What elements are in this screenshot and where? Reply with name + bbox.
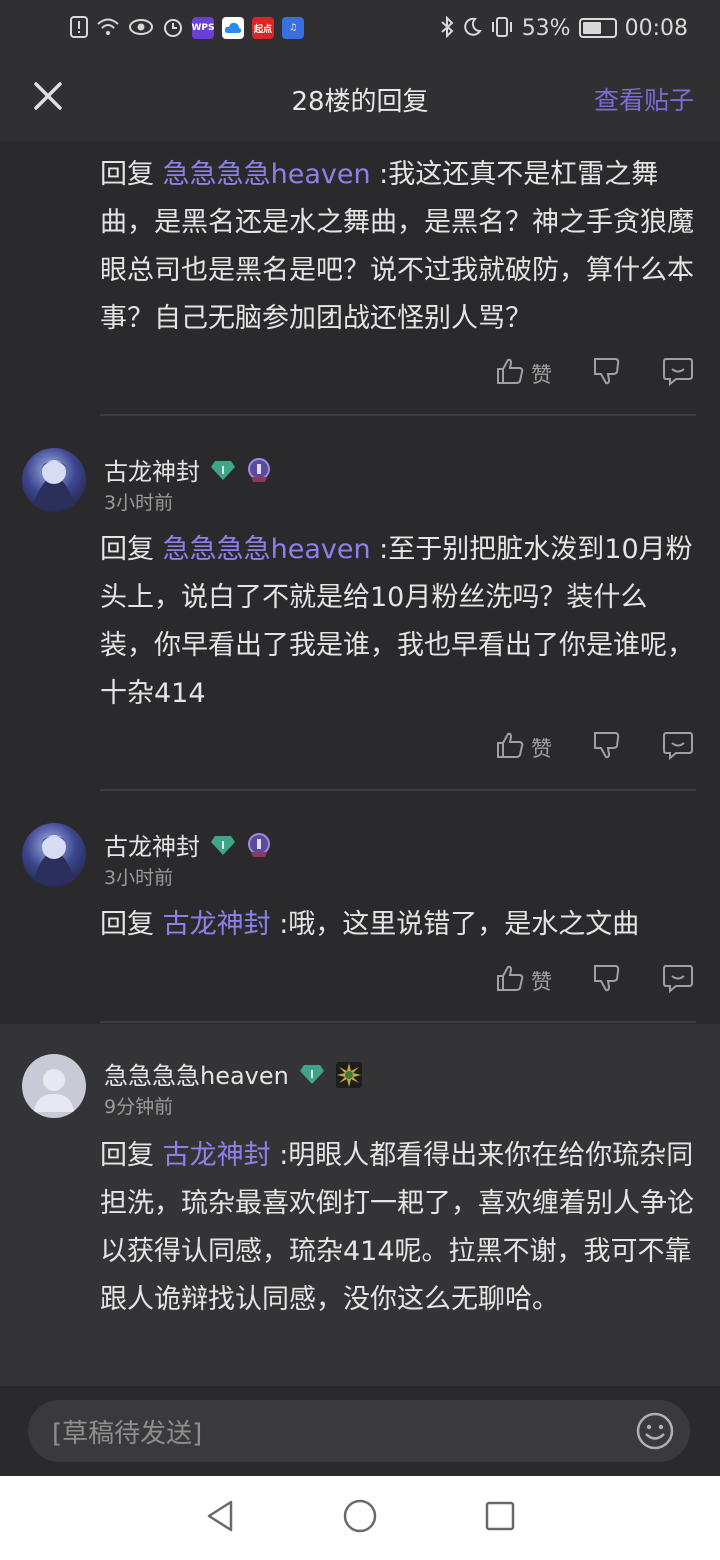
- like-button[interactable]: 赞: [495, 963, 552, 998]
- sun-medal-icon: [335, 1061, 362, 1088]
- like-button[interactable]: 赞: [495, 730, 552, 765]
- reply-username-row: 古龙神封: [104, 452, 272, 487]
- thumbs-up-icon: [495, 356, 525, 391]
- reply-text: :哦，这里说错了，是水之文曲: [279, 909, 640, 940]
- reply-prefix: 回复: [100, 909, 154, 940]
- reply-actions: 赞: [495, 356, 694, 391]
- reply-prefix: 回复: [100, 159, 154, 190]
- recents-nav-button[interactable]: [483, 1499, 517, 1537]
- status-left-icons: WPS 起点 ♫: [70, 15, 304, 41]
- reply-time: 3小时前: [104, 492, 174, 514]
- home-nav-button[interactable]: [342, 1498, 378, 1538]
- comment-button[interactable]: [662, 963, 694, 998]
- reply-body: 回复 急急急急heaven :至于别把脏水泼到10月粉头上，说白了不就是给10月…: [100, 526, 696, 718]
- home-circle-icon: [343, 1499, 377, 1533]
- gem-badge-icon: [299, 1063, 325, 1085]
- like-label: 赞: [531, 736, 552, 761]
- comment-icon: [662, 730, 694, 765]
- system-nav-bar: [0, 1476, 720, 1560]
- comment-icon: [662, 356, 694, 391]
- like-label: 赞: [531, 969, 552, 994]
- reply-actions: 赞: [495, 730, 694, 765]
- emoji-icon: [636, 1412, 674, 1450]
- vibrate-icon: [490, 16, 514, 41]
- thumbs-up-icon: [495, 730, 525, 765]
- dislike-button[interactable]: [592, 963, 622, 998]
- thumbs-down-icon: [592, 730, 622, 765]
- avatar[interactable]: [22, 448, 86, 512]
- level-medal-icon: [246, 457, 272, 483]
- back-triangle-icon: [207, 1500, 232, 1532]
- clock-time: 00:08: [624, 15, 688, 41]
- username[interactable]: 古龙神封: [104, 827, 200, 862]
- reply-time: 3小时前: [104, 867, 174, 889]
- reply-input[interactable]: [草稿待发送]: [28, 1400, 690, 1462]
- reply-input-placeholder: [草稿待发送]: [52, 1418, 203, 1449]
- thumbs-down-icon: [592, 356, 622, 391]
- view-post-link[interactable]: 查看贴子: [594, 81, 694, 117]
- battery-percent: 53%: [521, 15, 571, 41]
- moon-icon: [462, 17, 482, 40]
- avatar[interactable]: [22, 823, 86, 887]
- level-medal-icon: [246, 832, 272, 858]
- back-nav-button[interactable]: [203, 1498, 237, 1538]
- reply-mention[interactable]: 古龙神封: [163, 909, 271, 940]
- reply-input-bar: [草稿待发送]: [0, 1386, 720, 1476]
- reply-actions: 赞: [495, 963, 694, 998]
- reply-mention[interactable]: 古龙神封: [163, 1140, 271, 1171]
- music-app-icon: ♫: [282, 17, 304, 39]
- eye-icon: [128, 18, 154, 39]
- divider: [100, 1021, 696, 1023]
- reply-prefix: 回复: [100, 534, 154, 565]
- reply-username-row: 古龙神封: [104, 827, 272, 862]
- dislike-button[interactable]: [592, 730, 622, 765]
- avatar[interactable]: [22, 1054, 86, 1118]
- gem-badge-icon: [210, 834, 236, 856]
- reply-username-row: 急急急急heaven: [104, 1056, 362, 1091]
- reply-item: 古龙神封 3小时前 回复 急急急急heaven :至于别把脏水泼到10月粉头上，…: [0, 416, 720, 791]
- reply-item: 古龙神封 3小时前 回复 古龙神封 :哦，这里说错了，是水之文曲 赞: [0, 791, 720, 1023]
- reply-item-highlighted: 急急急急heaven 9分钟前 回复 古龙神封 :明眼人都看得出来你在给你琉杂同…: [0, 1024, 720, 1386]
- like-button[interactable]: 赞: [495, 356, 552, 391]
- battery-icon: [578, 18, 617, 38]
- alarm-icon: [162, 16, 184, 41]
- status-right-icons: 53% 00:08: [440, 15, 688, 41]
- alert-icon: [70, 15, 88, 41]
- reply-body: 回复 古龙神封 :明眼人都看得出来你在给你琉杂同担洗，琉杂最喜欢倒打一耙了，喜欢…: [100, 1132, 696, 1324]
- wifi-icon: [96, 17, 120, 40]
- recents-square-icon: [486, 1501, 515, 1531]
- cloud-app-icon: [222, 17, 244, 39]
- username[interactable]: 急急急急heaven: [104, 1056, 289, 1091]
- emoji-button[interactable]: [634, 1410, 676, 1452]
- thumbs-down-icon: [592, 963, 622, 998]
- reply-mention[interactable]: 急急急急heaven: [163, 159, 371, 190]
- top-app-bar: 28楼的回复 查看贴子: [0, 56, 720, 142]
- bluetooth-icon: [440, 15, 454, 41]
- thumbs-up-icon: [495, 963, 525, 998]
- reply-time: 9分钟前: [104, 1096, 174, 1118]
- username[interactable]: 古龙神封: [104, 452, 200, 487]
- comment-button[interactable]: [662, 356, 694, 391]
- reply-item: 回复 急急急急heaven :我这还真不是杠雷之舞曲，是黑名还是水之舞曲，是黑名…: [0, 142, 720, 416]
- qidian-app-icon: 起点: [252, 17, 274, 39]
- comment-icon: [662, 963, 694, 998]
- reply-mention[interactable]: 急急急急heaven: [163, 534, 371, 565]
- reply-list: 回复 急急急急heaven :我这还真不是杠雷之舞曲，是黑名还是水之舞曲，是黑名…: [0, 142, 720, 1386]
- reply-body: 回复 急急急急heaven :我这还真不是杠雷之舞曲，是黑名还是水之舞曲，是黑名…: [100, 151, 696, 343]
- dislike-button[interactable]: [592, 356, 622, 391]
- wps-app-icon: WPS: [192, 17, 215, 39]
- comment-button[interactable]: [662, 730, 694, 765]
- reply-prefix: 回复: [100, 1140, 154, 1171]
- like-label: 赞: [531, 362, 552, 387]
- reply-body: 回复 古龙神封 :哦，这里说错了，是水之文曲: [100, 901, 696, 949]
- gem-badge-icon: [210, 459, 236, 481]
- status-bar: WPS 起点 ♫ 53% 00:08: [0, 0, 720, 56]
